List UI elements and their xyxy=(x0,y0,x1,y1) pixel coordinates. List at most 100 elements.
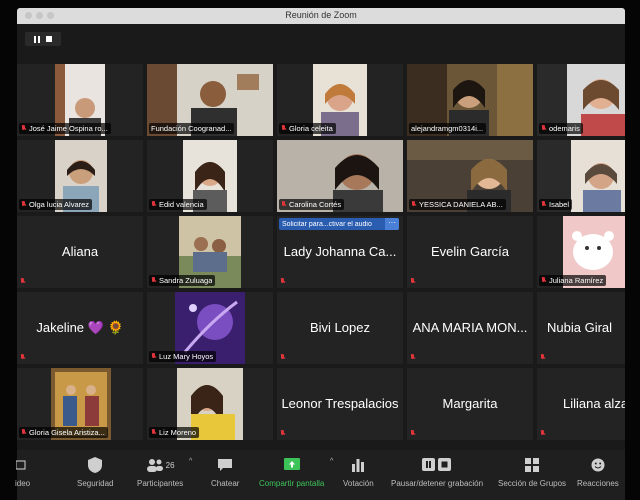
mic-muted-icon xyxy=(151,201,157,208)
participant-tile[interactable]: Gloria Gisela Aristiza... xyxy=(17,368,143,440)
participant-tile[interactable]: Gloria celeita xyxy=(277,64,403,136)
participant-name-label: Gloria Gisela Aristiza... xyxy=(19,427,108,438)
share-screen-button[interactable]: Compartir pantalla xyxy=(259,456,324,488)
mic-muted-icon xyxy=(20,354,26,361)
mic-muted-icon xyxy=(20,278,26,285)
mic-muted-icon xyxy=(411,201,417,208)
mic-muted-icon xyxy=(280,354,286,361)
poll-button[interactable]: Votación xyxy=(343,456,374,488)
meeting-view: José Jaime Ospina ro... Fundación Coogra… xyxy=(15,24,625,500)
participant-tile[interactable]: Margarita xyxy=(407,368,533,440)
participant-name-large: Margarita xyxy=(442,396,498,411)
stop-icon[interactable] xyxy=(46,36,52,42)
participant-tile[interactable]: Liz Moreno xyxy=(147,368,273,440)
participant-tile[interactable]: Liliana alza xyxy=(537,368,625,440)
pause-stop-icon xyxy=(422,456,452,474)
video-icon xyxy=(15,456,30,474)
participant-name-label: YESSICA DANIELA AB... xyxy=(409,199,506,210)
participant-name-large: Liliana alza xyxy=(563,396,625,411)
window-titlebar: Reunión de Zoom xyxy=(17,8,625,24)
reactions-button[interactable]: Reacciones xyxy=(577,456,619,488)
mic-muted-icon xyxy=(410,430,416,437)
mic-muted-icon xyxy=(410,278,416,285)
gallery-grid: José Jaime Ospina ro... Fundación Coogra… xyxy=(17,64,625,464)
participant-name-label: Luz Mary Hoyos xyxy=(149,351,217,362)
participants-button[interactable]: 26 Participantes xyxy=(137,456,183,488)
participant-tile[interactable]: Nubia Giral xyxy=(537,292,625,364)
participant-tile[interactable]: Juliana Ramírez xyxy=(537,216,625,288)
mic-muted-icon xyxy=(281,201,287,208)
participant-tile-active-speaker[interactable]: alejandramgm0314i... xyxy=(407,64,533,136)
participant-tile[interactable]: YESSICA DANIELA AB... xyxy=(407,140,533,212)
recording-controls[interactable] xyxy=(25,32,61,46)
participant-tile[interactable]: Olga lucia Alvarez xyxy=(17,140,143,212)
bar-chart-icon xyxy=(351,456,365,474)
participants-count: 26 xyxy=(165,460,175,470)
zoom-window: Reunión de Zoom José Jaime Ospina ro... xyxy=(0,0,640,500)
participant-name-large: Evelin García xyxy=(430,244,510,259)
participant-tile[interactable]: Jakeline 💜 🌻 xyxy=(17,292,143,364)
participant-tile[interactable]: Luz Mary Hoyos xyxy=(147,292,273,364)
participant-name-label: Sandra Zuluaga xyxy=(149,275,216,286)
shield-icon xyxy=(88,456,103,474)
participant-tile[interactable]: Edid valencia xyxy=(147,140,273,212)
chat-button[interactable]: Chatear xyxy=(211,456,239,488)
mic-muted-icon xyxy=(541,125,547,132)
participant-name-large: Nubia Giral xyxy=(547,320,613,335)
participant-name-label: José Jaime Ospina ro... xyxy=(19,123,111,134)
participant-name-label: Fundación Coogranad... xyxy=(149,123,235,134)
participant-tile[interactable]: ANA MARIA MON... xyxy=(407,292,533,364)
mic-muted-icon xyxy=(540,354,546,361)
window-title: Reunión de Zoom xyxy=(285,10,357,20)
participant-tile[interactable]: Evelin García xyxy=(407,216,533,288)
mic-muted-icon xyxy=(151,277,157,284)
meeting-topbar xyxy=(17,24,625,54)
participant-name-label: Juliana Ramírez xyxy=(539,275,607,286)
participant-name-label: Liz Moreno xyxy=(149,427,200,438)
participant-tile[interactable]: Isabel xyxy=(537,140,625,212)
unmute-request-banner[interactable]: Solicitar para...ctivar el audio ··· xyxy=(279,218,399,230)
participant-name-label: alejandramgm0314i... xyxy=(409,123,487,134)
breakout-rooms-button[interactable]: Sección de Grupos xyxy=(498,456,566,488)
mic-muted-icon xyxy=(280,278,286,285)
chat-icon xyxy=(218,456,233,474)
more-options-icon[interactable]: ··· xyxy=(385,218,399,230)
smiley-icon xyxy=(591,456,605,474)
participant-name-large: Jakeline 💜 🌻 xyxy=(36,320,124,335)
pause-icon[interactable] xyxy=(34,35,40,43)
participant-tile[interactable]: Carolina Cortés xyxy=(277,140,403,212)
meeting-controls-toolbar: ideo Seguridad 26 Participantes ^ Chatea… xyxy=(15,450,625,500)
mic-muted-icon xyxy=(151,353,157,360)
participant-name-label: odemaris xyxy=(539,123,583,134)
mic-muted-icon xyxy=(151,429,157,436)
mic-muted-icon xyxy=(21,429,27,436)
mic-muted-icon xyxy=(21,125,27,132)
participant-tile[interactable]: Aliana xyxy=(17,216,143,288)
mic-muted-icon xyxy=(410,354,416,361)
participant-tile[interactable]: Solicitar para...ctivar el audio ··· Lad… xyxy=(277,216,403,288)
caret-up-icon[interactable]: ^ xyxy=(189,458,192,465)
mic-muted-icon xyxy=(280,430,286,437)
participant-tile[interactable]: Leonor Trespalacios xyxy=(277,368,403,440)
mic-muted-icon xyxy=(541,201,547,208)
mic-muted-icon xyxy=(540,430,546,437)
participant-tile[interactable]: José Jaime Ospina ro... xyxy=(17,64,143,136)
participant-name-large: ANA MARIA MON... xyxy=(412,320,528,335)
participant-name-label: Carolina Cortés xyxy=(279,199,345,210)
participant-tile[interactable]: Fundación Coogranad... xyxy=(147,64,273,136)
participant-name-large: Lady Johanna Ca... xyxy=(283,244,397,259)
participant-name-large: Aliana xyxy=(61,244,99,259)
security-button[interactable]: Seguridad xyxy=(77,456,113,488)
video-button[interactable]: ideo xyxy=(15,456,30,488)
participant-tile[interactable]: Sandra Zuluaga xyxy=(147,216,273,288)
record-button[interactable]: Pausar/detener grabación xyxy=(391,456,483,488)
participant-tile[interactable]: Bivi Lopez xyxy=(277,292,403,364)
participant-name-label: Isabel xyxy=(539,199,573,210)
caret-up-icon[interactable]: ^ xyxy=(330,458,333,465)
participant-tile[interactable]: odemaris xyxy=(537,64,625,136)
participant-name-label: Gloria celeita xyxy=(279,123,336,134)
participants-icon: 26 xyxy=(146,456,175,474)
share-screen-icon xyxy=(283,456,300,474)
participant-name-large: Leonor Trespalacios xyxy=(281,396,399,411)
mic-muted-icon xyxy=(541,277,547,284)
